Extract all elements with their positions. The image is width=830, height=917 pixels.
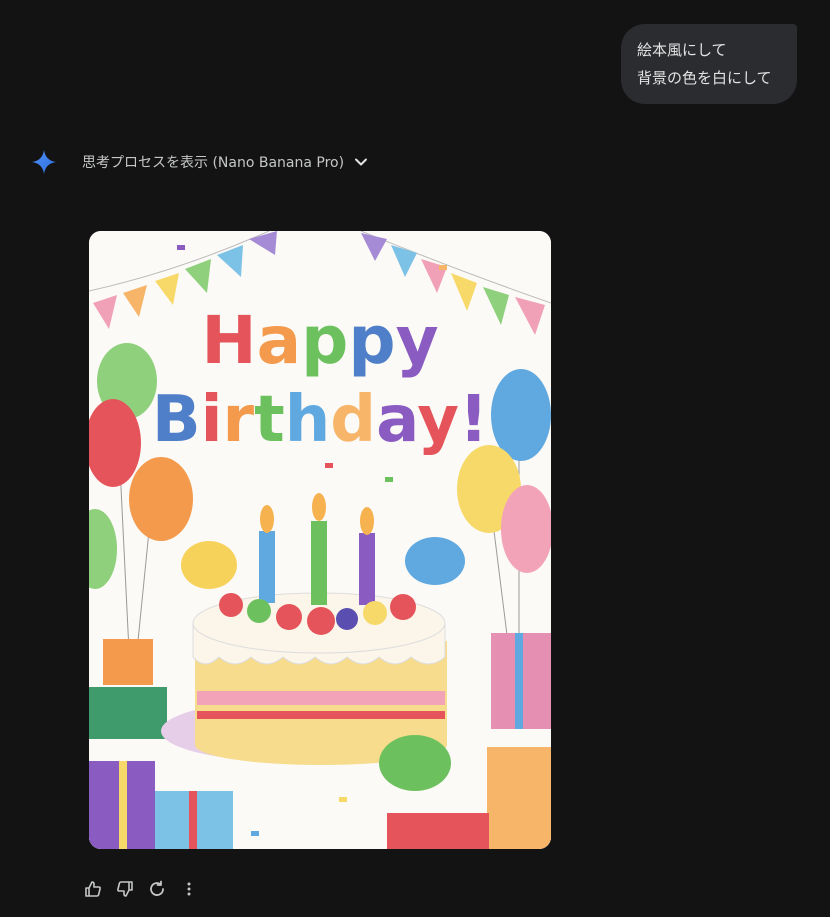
more-vert-icon [187, 882, 191, 896]
user-message-line: 絵本風にして [637, 41, 727, 59]
card-title-birthday: Birthday! [152, 383, 488, 457]
model-response-header: 思考プロセスを表示 (Nano Banana Pro) [30, 145, 368, 179]
user-message-bubble: 絵本風にして 背景の色を白にして [621, 24, 797, 104]
redo-button[interactable] [142, 874, 172, 904]
thumbs-up-icon [85, 881, 101, 897]
card-title-happy: Happy [201, 302, 438, 379]
thumbs-down-icon [117, 881, 133, 897]
user-message-line: 背景の色を白にして [637, 69, 772, 87]
thumbs-down-button[interactable] [110, 874, 140, 904]
generated-image[interactable]: Happy Birthday! [89, 231, 551, 849]
gemini-spark-icon [32, 150, 56, 174]
more-options-button[interactable] [174, 874, 204, 904]
birthday-card-illustration: Happy Birthday! [89, 231, 551, 849]
thumbs-up-button[interactable] [78, 874, 108, 904]
redo-icon [150, 880, 164, 896]
response-actions [78, 874, 206, 904]
chevron-down-icon[interactable] [354, 155, 368, 169]
show-thinking-toggle[interactable]: 思考プロセスを表示 (Nano Banana Pro) [82, 152, 344, 172]
